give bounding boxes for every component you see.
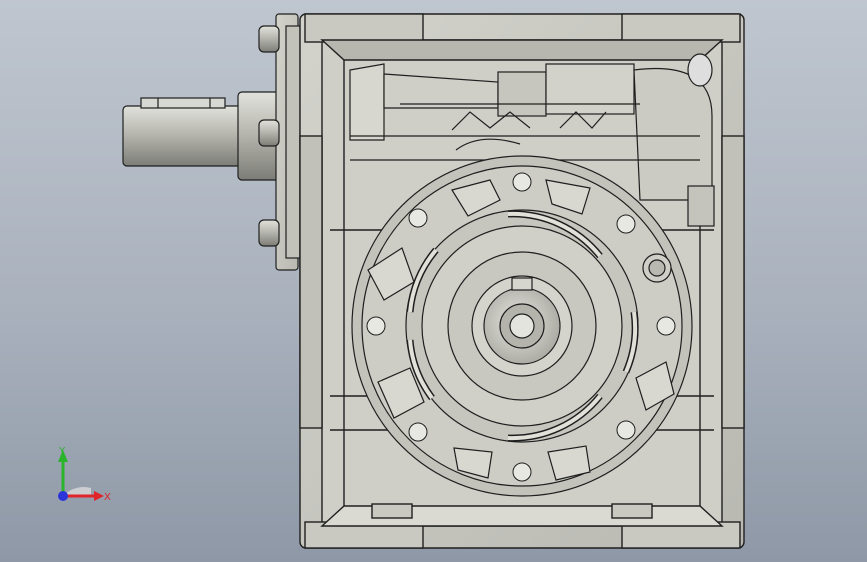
cad-viewport[interactable]: Y X <box>0 0 867 562</box>
screw-head <box>616 420 636 440</box>
flange-bolt <box>258 25 280 53</box>
screw-head <box>512 462 532 482</box>
flange-bolt <box>258 219 280 247</box>
screw-head <box>616 214 636 234</box>
motor-flange[interactable] <box>258 13 301 271</box>
orientation-triad: Y X <box>58 446 111 503</box>
flange-bolt <box>258 119 280 147</box>
screw-head <box>656 316 676 336</box>
screw-head <box>408 422 428 442</box>
screw-head <box>366 316 386 336</box>
input-shaft[interactable] <box>122 91 283 181</box>
screw-head <box>408 208 428 228</box>
gearbox-model[interactable] <box>0 0 867 562</box>
y-axis-label: Y <box>58 446 66 457</box>
worm-wheel[interactable] <box>351 155 693 497</box>
x-axis-label: X <box>104 492 111 503</box>
screw-head <box>512 172 532 192</box>
z-axis-dot <box>58 491 68 501</box>
